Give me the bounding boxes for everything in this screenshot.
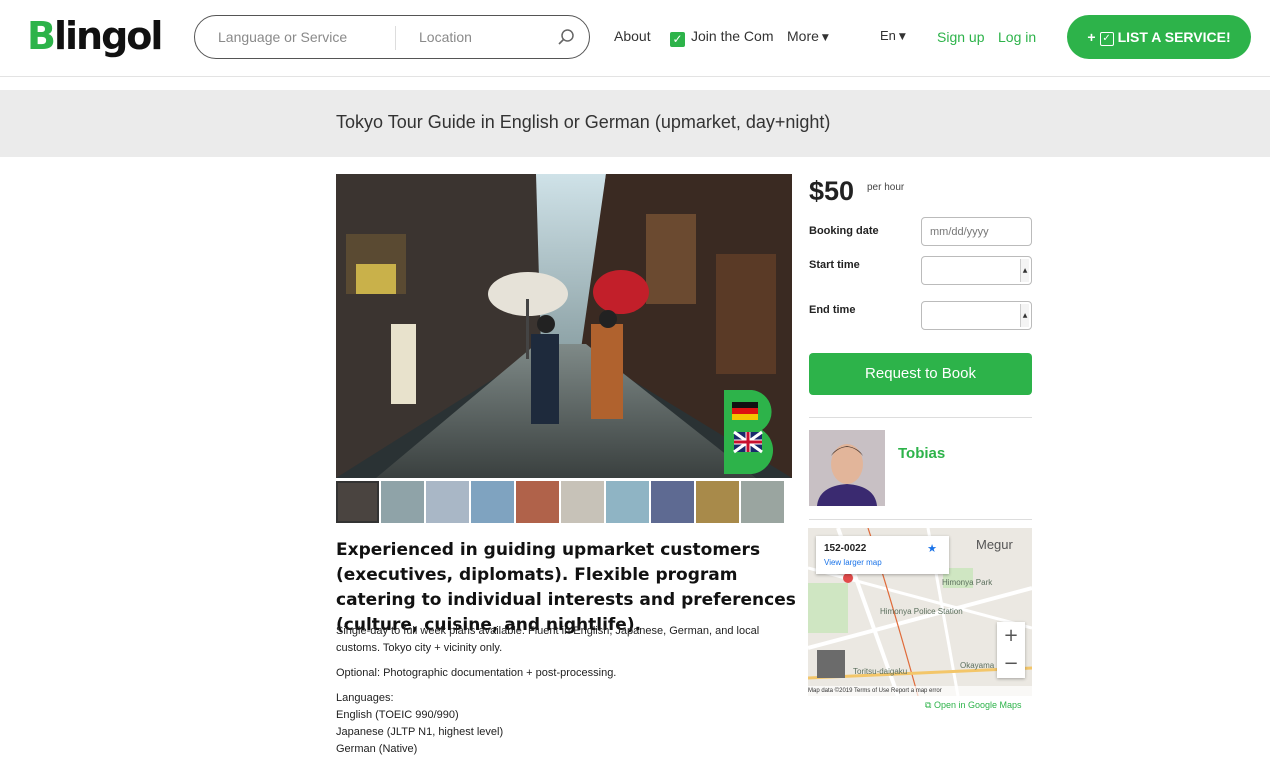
- map-label: Okayama: [960, 661, 995, 670]
- map-info-card: 152-0022 View larger map ★: [816, 536, 949, 574]
- avatar-photo: [809, 430, 885, 506]
- start-time-label: Start time: [809, 259, 860, 271]
- thumbnail[interactable]: [741, 481, 784, 523]
- listing-description: Single-day to full week plans available.…: [336, 625, 760, 654]
- thumbnail[interactable]: [606, 481, 649, 523]
- listing-optional: Optional: Photographic documentation + p…: [336, 667, 617, 679]
- thumbnail[interactable]: [381, 481, 424, 523]
- languages-section: Languages: English (TOEIC 990/990) Japan…: [336, 690, 503, 758]
- map-zip: 152-0022: [824, 543, 867, 554]
- caret-down-icon: ▼: [821, 33, 829, 43]
- language-item: German (Native): [336, 743, 418, 755]
- view-larger-map-link[interactable]: View larger map: [824, 558, 882, 567]
- thumbnail-strip: [336, 481, 788, 523]
- price-unit: per hour: [867, 182, 905, 193]
- end-time-select[interactable]: ▲: [921, 301, 1032, 330]
- caret-down-icon: ▼: [898, 32, 906, 42]
- language-item: Japanese (JLTP N1, highest level): [336, 726, 504, 738]
- start-time-select[interactable]: ▲: [921, 256, 1032, 285]
- language-dropdown[interactable]: En ▼: [880, 28, 906, 43]
- language-label: En: [880, 28, 896, 43]
- thumbnail[interactable]: [426, 481, 469, 523]
- nav-join-label: Join the Community: [691, 28, 773, 44]
- check-icon: ✓: [670, 32, 685, 47]
- end-time-label: End time: [809, 304, 856, 316]
- hero-photo: [336, 174, 792, 478]
- zoom-in-button[interactable]: +: [997, 622, 1025, 650]
- map-footer: Map data ©2019 Terms of Use Report a map…: [808, 686, 1032, 696]
- thumbnail[interactable]: [471, 481, 514, 523]
- price: $50: [809, 176, 855, 206]
- external-link-icon: ⧉: [925, 700, 934, 710]
- location-search-input[interactable]: [419, 26, 549, 48]
- list-service-label: LIST A SERVICE!: [1117, 29, 1231, 45]
- booking-date-label: Booking date: [809, 225, 879, 237]
- nav-more-dropdown[interactable]: More ▼: [787, 28, 829, 44]
- map-label: Toritsu-daigaku: [853, 667, 908, 676]
- divider: [809, 417, 1032, 418]
- map-widget[interactable]: 152-0022 View larger map ★ Himonya Park …: [808, 528, 1032, 696]
- satellite-thumbnail[interactable]: [817, 650, 845, 678]
- list-service-button[interactable]: + ✓ LIST A SERVICE!: [1067, 15, 1251, 59]
- map-label: Himonya Police Station: [880, 607, 963, 616]
- thumbnail[interactable]: [696, 481, 739, 523]
- select-arrow-icon: ▲: [1020, 304, 1029, 327]
- star-icon[interactable]: ★: [927, 542, 937, 555]
- nav-more-label: More: [787, 28, 819, 44]
- host-name[interactable]: Tobias: [898, 445, 945, 462]
- checkbox-icon: ✓: [1099, 32, 1114, 46]
- search-divider: [395, 26, 396, 50]
- language-item: English (TOEIC 990/990): [336, 709, 459, 721]
- logo[interactable]: Blingol: [27, 14, 163, 58]
- thumbnail[interactable]: [516, 481, 559, 523]
- thumbnail[interactable]: [561, 481, 604, 523]
- select-arrow-icon: ▲: [1020, 259, 1029, 282]
- site-header: Blingol About ✓Join the Community More▼ …: [0, 0, 1270, 77]
- search-bar: [194, 15, 590, 59]
- zoom-out-button[interactable]: −: [997, 650, 1025, 678]
- map-zoom-controls: + −: [997, 622, 1025, 678]
- thumbnail[interactable]: [336, 481, 379, 523]
- open-google-maps-link[interactable]: ⧉ Open in Google Maps: [925, 700, 1022, 711]
- login-link[interactable]: Log in: [998, 29, 1036, 45]
- search-icon[interactable]: [557, 28, 575, 46]
- logo-text-rest: lingol: [53, 14, 163, 58]
- hero-image[interactable]: [336, 174, 792, 478]
- divider: [809, 519, 1032, 520]
- map-label: Himonya Park: [942, 578, 993, 587]
- nav-join-link[interactable]: ✓ Join the Community: [670, 28, 773, 47]
- page-title: Tokyo Tour Guide in English or German (u…: [336, 112, 831, 132]
- booking-date-input[interactable]: mm/dd/yyyy: [921, 217, 1032, 246]
- nav-about-link[interactable]: About: [614, 28, 651, 44]
- map-label: Megur: [976, 537, 1013, 552]
- service-search-input[interactable]: [218, 26, 383, 48]
- host-avatar[interactable]: [809, 430, 885, 506]
- thumbnail[interactable]: [651, 481, 694, 523]
- signup-link[interactable]: Sign up: [937, 29, 984, 45]
- open-google-maps-label: Open in Google Maps: [933, 700, 1022, 710]
- title-band: Tokyo Tour Guide in English or German (u…: [0, 90, 1270, 157]
- request-to-book-button[interactable]: Request to Book: [809, 353, 1032, 395]
- languages-label: Languages:: [336, 692, 394, 704]
